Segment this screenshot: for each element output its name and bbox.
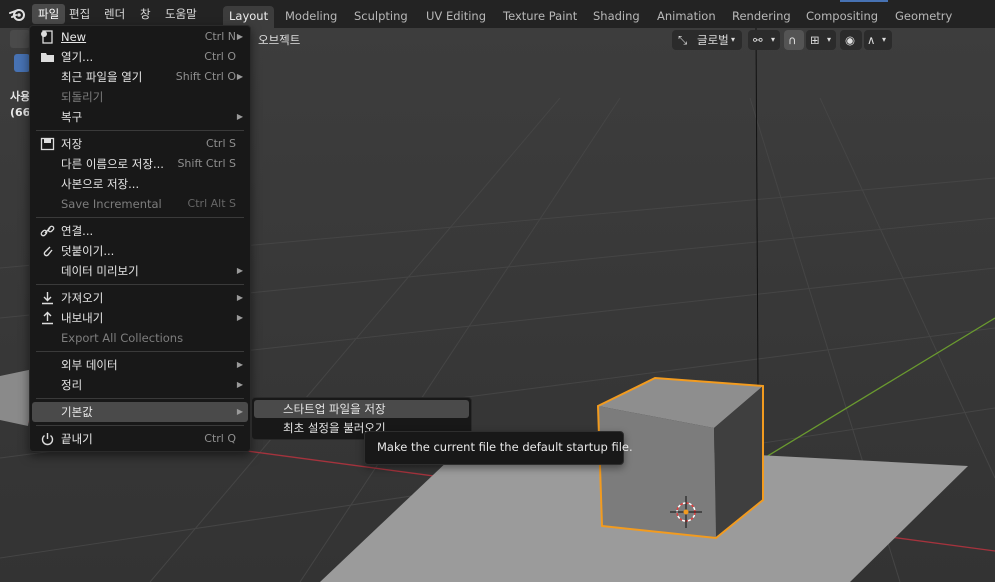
select-tool-icon[interactable] xyxy=(14,54,30,72)
export-icon xyxy=(42,311,53,325)
tab-texture-paint[interactable]: Texture Paint xyxy=(497,6,583,28)
menu-item-recover[interactable]: 복구 ▶ xyxy=(32,107,248,127)
submenu-arrow-icon: ▶ xyxy=(236,112,243,121)
menu-item-data-previews[interactable]: 데이터 미리보기 ▶ xyxy=(32,261,248,281)
menu-item-export-all-collections: Export All Collections xyxy=(61,331,184,345)
blender-logo-icon[interactable] xyxy=(9,6,27,22)
menu-divider xyxy=(36,398,244,399)
transform-orientation-dropdown[interactable]: ⤡ 글로벌 ▾ xyxy=(672,30,742,50)
orientation-icon: ⤡ xyxy=(678,33,688,47)
tab-compositing[interactable]: Compositing xyxy=(800,6,884,28)
menu-window[interactable]: 창 xyxy=(134,4,157,24)
menu-item-clean-up[interactable]: 정리 ▶ xyxy=(32,375,248,395)
menu-item-import[interactable]: 가져오기 ▶ xyxy=(32,288,248,308)
tab-sculpting[interactable]: Sculpting xyxy=(348,6,414,28)
menu-file[interactable]: 파일 xyxy=(32,4,66,24)
viewport-info-text: 사용 xyxy=(10,90,31,103)
falloff-dropdown[interactable]: ∧ ▾ xyxy=(864,30,892,50)
tab-uv-editing[interactable]: UV Editing xyxy=(420,6,492,28)
viewport-info-text-2: (66 xyxy=(10,106,31,119)
menu-divider xyxy=(36,130,244,131)
submenu-arrow-icon: ▶ xyxy=(236,407,243,416)
chevron-down-icon: ▾ xyxy=(771,35,776,44)
menu-item-append[interactable]: 덧붙이기... xyxy=(32,241,248,261)
menu-item-export[interactable]: 내보내기 ▶ xyxy=(32,308,248,328)
menu-item-save-as[interactable]: 다른 이름으로 저장... Shift Ctrl S xyxy=(32,154,248,174)
menu-item-revert: 되돌리기 xyxy=(61,90,104,104)
menu-item-save-copy[interactable]: 사본으로 저장... xyxy=(32,174,248,194)
pivot-point-dropdown[interactable]: ⚯ ▾ xyxy=(748,30,780,50)
tab-geometry-nodes[interactable]: Geometry Nodes xyxy=(889,6,995,43)
submenu-arrow-icon: ▶ xyxy=(236,32,243,41)
snap-increment-icon: ⊞ xyxy=(810,33,820,47)
tab-rendering[interactable]: Rendering xyxy=(726,6,797,28)
submenu-arrow-icon: ▶ xyxy=(236,293,243,302)
menu-help[interactable]: 도움말 xyxy=(159,4,203,24)
submenu-arrow-icon: ▶ xyxy=(236,380,243,389)
tab-modeling[interactable]: Modeling xyxy=(279,6,343,28)
snap-toggle[interactable]: ∩ xyxy=(784,30,804,50)
menu-item-open[interactable]: 열기... Ctrl O xyxy=(32,47,248,67)
import-icon xyxy=(42,292,53,305)
transform-tool-icon[interactable] xyxy=(10,30,30,48)
menu-divider xyxy=(36,425,244,426)
chevron-down-icon: ▾ xyxy=(731,35,736,44)
new-file-icon xyxy=(41,30,53,44)
active-indicator xyxy=(840,0,888,2)
snap-target-dropdown[interactable]: ⊞ ▾ xyxy=(806,30,836,50)
submenu-arrow-icon: ▶ xyxy=(236,72,243,81)
menu-item-defaults[interactable]: 기본값 ▶ xyxy=(32,402,248,422)
append-icon xyxy=(43,246,53,257)
top-bar: 파일 편집 렌더 창 도움말 Layout Modeling Sculpting… xyxy=(0,0,995,43)
menu-item-quit[interactable]: 끝내기 Ctrl Q xyxy=(32,429,248,449)
submenu-arrow-icon: ▶ xyxy=(236,266,243,275)
submenu-arrow-icon: ▶ xyxy=(236,360,243,369)
menu-item-save[interactable]: 저장 Ctrl S xyxy=(32,134,248,154)
proportional-edit-toggle[interactable]: ◉ xyxy=(840,30,862,50)
submenu-item-save-startup-file[interactable]: 스타트업 파일을 저장 xyxy=(254,400,469,418)
object-mode-menu[interactable]: 오브젝트 xyxy=(258,31,300,49)
menu-divider xyxy=(36,217,244,218)
menu-item-external-data[interactable]: 외부 데이터 ▶ xyxy=(32,355,248,375)
proportional-icon: ◉ xyxy=(845,33,856,47)
chevron-down-icon: ▾ xyxy=(882,35,887,44)
menu-divider xyxy=(36,351,244,352)
save-icon xyxy=(40,137,55,151)
menu-item-link[interactable]: 연결... xyxy=(32,221,248,241)
folder-icon xyxy=(41,53,54,62)
menu-divider xyxy=(36,284,244,285)
magnet-icon: ∩ xyxy=(788,33,797,47)
cube-front xyxy=(598,406,716,538)
menu-item-new[interactable]: New Ctrl N ▶ xyxy=(32,27,248,47)
menu-item-open-recent[interactable]: 최근 파일을 열기 Shift Ctrl O ▶ xyxy=(32,67,248,87)
chevron-down-icon: ▾ xyxy=(827,35,832,44)
submenu-arrow-icon: ▶ xyxy=(236,313,243,322)
power-icon xyxy=(41,433,54,446)
tab-shading[interactable]: Shading xyxy=(587,6,646,28)
menu-item-save-incremental: Save Incremental Ctrl Alt S xyxy=(61,197,236,211)
file-menu: New Ctrl N ▶ 열기... Ctrl O 최근 파일을 열기 Shif… xyxy=(29,25,251,452)
pivot-icon: ⚯ xyxy=(753,33,763,47)
menu-render[interactable]: 렌더 xyxy=(98,4,131,24)
tab-animation[interactable]: Animation xyxy=(651,6,722,28)
menu-edit[interactable]: 편집 xyxy=(63,4,96,24)
falloff-curve-icon: ∧ xyxy=(867,33,876,47)
tooltip: Make the current file the default startu… xyxy=(364,431,633,465)
link-icon xyxy=(40,225,55,237)
